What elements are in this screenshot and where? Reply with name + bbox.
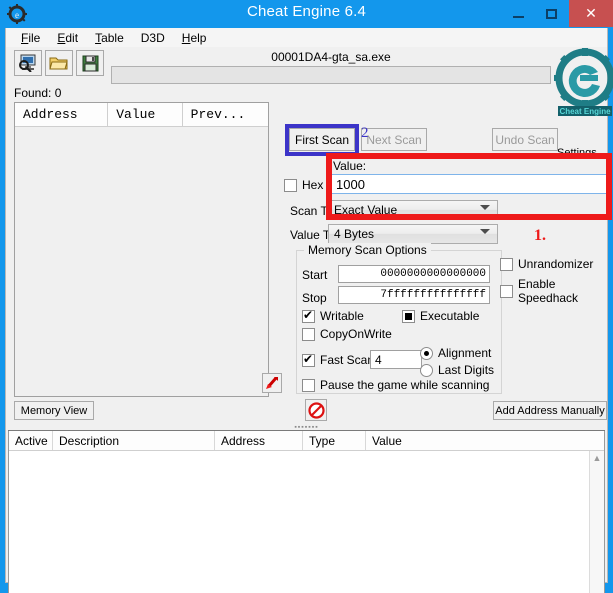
alignment-radio-row[interactable]: Alignment [420,346,491,360]
chevron-down-icon [480,229,490,234]
cheat-table-scrollbar[interactable]: ▲ [589,451,604,593]
hex-checkbox-row[interactable]: Hex [284,178,323,192]
client-area: File Edit Table D3D Help 00001DA4-gta_sa… [5,28,613,593]
maximize-button[interactable] [536,0,566,27]
alignment-radio[interactable] [420,346,433,360]
start-address-label: Start [302,268,328,282]
cheat-engine-window: e Cheat Engine 6.4 ✕ File Edit Table D3D… [0,0,613,593]
speedhack-label: Enable Speedhack [518,277,579,305]
fastscan-checkbox[interactable] [302,352,315,367]
hex-checkbox[interactable] [284,178,297,192]
results-column-value[interactable]: Value [108,103,183,126]
results-header-row: Address Value Prev... [15,103,268,127]
copyonwrite-label: CopyOnWrite [320,327,392,341]
lastdigits-radio-row[interactable]: Last Digits [420,363,494,377]
results-column-address[interactable]: Address [15,103,109,126]
stop-address-label: Stop [302,291,327,305]
memory-view-button[interactable]: Memory View [14,401,94,420]
save-floppy-icon[interactable] [76,50,104,76]
close-icon: ✕ [585,5,597,21]
value-type-dropdown[interactable]: 4 Bytes [328,224,498,244]
scan-type-dropdown[interactable]: Exact Value [328,200,498,220]
settings-label[interactable]: Settings [557,147,597,159]
executable-checkbox-row[interactable]: Executable [402,309,479,323]
annotation-step-one: 1. [534,227,546,244]
first-scan-button[interactable]: First Scan [289,128,355,151]
unrandomizer-checkbox[interactable] [500,257,513,271]
value-type-value: 4 Bytes [334,227,375,241]
open-folder-icon[interactable] [45,50,73,76]
lastdigits-label: Last Digits [438,363,495,377]
copyonwrite-checkbox-row[interactable]: CopyOnWrite [302,327,392,341]
svg-text:Cheat Engine: Cheat Engine [559,107,611,116]
cheat-table-column-address[interactable]: Address [215,431,303,450]
unrandomizer-label: Unrandomizer [518,257,594,271]
lastdigits-radio[interactable] [420,363,433,377]
writable-checkbox[interactable] [302,308,315,323]
scan-value-input[interactable]: 1000 [331,174,607,194]
start-address-input[interactable]: 0000000000000000 [338,265,490,283]
found-count-label: Found: 0 [14,86,62,100]
memory-scan-options-title: Memory Scan Options [304,243,431,257]
close-button[interactable]: ✕ [569,0,613,27]
title-bar: e Cheat Engine 6.4 ✕ [0,0,613,28]
hex-label: Hex [302,178,324,192]
results-body[interactable] [15,127,268,396]
cheat-table-column-value[interactable]: Value [366,431,604,450]
executable-checkbox[interactable] [402,309,415,323]
writable-checkbox-row[interactable]: Writable [302,308,364,323]
menu-edit[interactable]: Edit [49,30,87,46]
unrandomizer-checkbox-row[interactable]: Unrandomizer [500,257,593,271]
red-arrow-icon[interactable] [262,373,282,393]
process-name-label: 00001DA4-gta_sa.exe [271,50,391,64]
annotation-step-two: 2 [361,125,369,141]
menu-help[interactable]: Help [174,30,216,46]
speedhack-checkbox-row[interactable]: Enable Speedhack [500,277,607,305]
results-column-prev[interactable]: Prev... [183,103,268,126]
scan-results-list[interactable]: Address Value Prev... [14,102,269,397]
cheat-engine-logo: Cheat Engine [554,48,613,118]
fastscan-value-input[interactable]: 4 [370,350,422,369]
pause-game-label: Pause the game while scanning [320,378,490,392]
undo-scan-button: Undo Scan [492,128,558,151]
stop-address-input[interactable]: 7fffffffffffffff [338,286,490,304]
add-address-manually-button[interactable]: Add Address Manually [493,401,607,420]
writable-label: Writable [320,309,364,323]
chevron-down-icon [480,205,490,210]
minimize-button[interactable] [503,0,533,27]
copyonwrite-checkbox[interactable] [302,327,315,341]
value-label: Value: [333,159,367,173]
cheat-table-column-description[interactable]: Description [53,431,215,450]
alignment-label: Alignment [438,346,492,360]
pause-game-checkbox[interactable] [302,378,315,392]
menu-d3d[interactable]: D3D [133,30,174,46]
process-progress-bar [111,66,551,84]
panel-splitter[interactable]: ▪▪▪▪▪▪▪ [8,424,605,431]
cheat-table[interactable]: Active Description Address Type Value ▲ [8,431,605,593]
minimize-icon [512,15,524,18]
maximize-icon [545,8,557,19]
splitter-grip-icon: ▪▪▪▪▪▪▪ [294,423,319,431]
scan-type-value: Exact Value [334,203,398,217]
cheat-table-column-type[interactable]: Type [303,431,366,450]
cheat-table-header-row: Active Description Address Type Value [9,431,604,451]
executable-label: Executable [420,309,480,323]
process-select-icon[interactable] [14,50,42,76]
scroll-up-icon[interactable]: ▲ [593,453,602,463]
next-scan-button: Next Scan [361,128,427,151]
menu-bar: File Edit Table D3D Help [6,28,607,47]
fastscan-checkbox-row[interactable]: Fast Scan [302,352,375,367]
cheat-table-column-active[interactable]: Active [9,431,53,450]
fastscan-label: Fast Scan [320,353,375,367]
menu-file[interactable]: File [13,30,49,46]
pause-game-checkbox-row[interactable]: Pause the game while scanning [302,378,489,392]
speedhack-checkbox[interactable] [500,284,513,298]
stop-prohibited-icon[interactable] [305,399,327,421]
menu-table[interactable]: Table [87,30,133,46]
